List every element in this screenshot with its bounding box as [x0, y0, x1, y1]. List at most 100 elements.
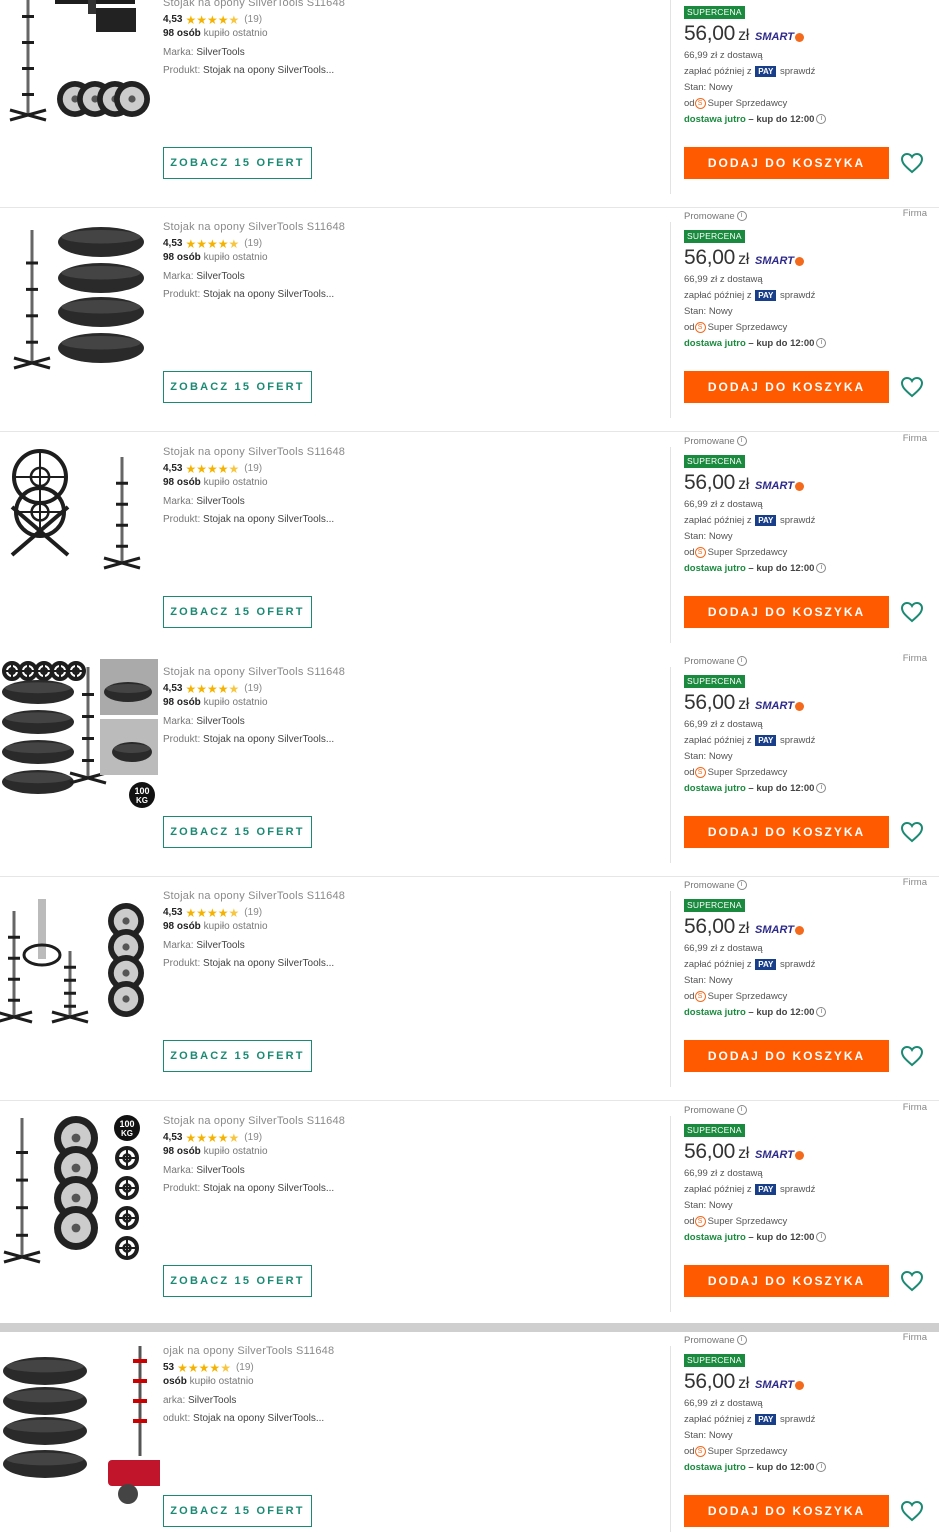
rating-row: 53 ★ ★ ★ ★ ★ (19) [163, 1361, 643, 1374]
offer-title[interactable]: Stojak na opony SilverTools S11648 [163, 220, 643, 234]
rating-stars: ★ ★ ★ ★ ★ [185, 14, 239, 26]
add-to-cart-button[interactable]: DODAJ DO KOSZYKA [684, 1265, 889, 1297]
offer-title[interactable]: Stojak na opony SilverTools S11648 [163, 0, 643, 10]
pay-check-link[interactable]: sprawdź [780, 1414, 815, 1425]
bought-count: 98 osób [163, 921, 201, 932]
seller-prefix: od [684, 1216, 695, 1227]
star-icon: ★ [185, 12, 197, 27]
star-icon: ★ [185, 681, 197, 696]
product-image-tire-stand-with-tires[interactable] [0, 212, 160, 382]
heart-icon[interactable] [900, 376, 924, 398]
promoted-label: Promowane i [684, 210, 934, 224]
pay-later-text: zapłać później z [684, 515, 752, 526]
heart-icon[interactable] [900, 1500, 924, 1522]
offer-title[interactable]: Stojak na opony SilverTools S11648 [163, 665, 643, 679]
super-seller-icon: S [694, 321, 706, 333]
product-image-tire-stand-rings[interactable] [0, 437, 160, 607]
pay-check-link[interactable]: sprawdź [780, 1184, 815, 1195]
heart-icon[interactable] [900, 821, 924, 843]
star-icon: ★ [207, 461, 218, 476]
condition: Stan: Nowy [684, 975, 733, 986]
product-label: Produkt: [163, 289, 201, 300]
heart-icon[interactable] [900, 601, 924, 623]
delivery-time: dostawa jutro [684, 1007, 746, 1018]
pay-check-link[interactable]: sprawdź [780, 515, 815, 526]
price: 56,00 zł [684, 691, 749, 715]
product-image-tire-stand-with-wheels[interactable] [0, 0, 160, 144]
see-offers-button[interactable]: ZOBACZ 15 OFERT [163, 147, 312, 179]
offer-title[interactable]: Stojak na opony SilverTools S11648 [163, 889, 643, 903]
super-seller-label: Super Sprzedawcy [707, 547, 788, 558]
delivery-time-row: dostawa jutro – kup do 12:00 i [684, 561, 934, 577]
info-icon[interactable]: i [816, 114, 827, 125]
smart-label: SMART [755, 31, 794, 43]
brand-row: arka: SilverTools [163, 1394, 643, 1407]
offer-title[interactable]: ojak na opony SilverTools S11648 [163, 1344, 643, 1358]
info-icon[interactable]: i [816, 1462, 827, 1473]
add-to-cart-button[interactable]: DODAJ DO KOSZYKA [684, 1495, 889, 1527]
offer-card: Stojak na opony SilverTools S11648 4,53 … [0, 0, 939, 208]
info-icon[interactable]: i [816, 1232, 827, 1243]
info-icon[interactable]: i [736, 211, 747, 222]
see-offers-button[interactable]: ZOBACZ 15 OFERT [163, 371, 312, 403]
price-column: Promowanei Firma SUPERCENA 56,00zł SMART… [684, 877, 934, 1021]
add-to-cart-button[interactable]: DODAJ DO KOSZYKA [684, 147, 889, 179]
heart-icon[interactable] [900, 1045, 924, 1067]
pay-check-link[interactable]: sprawdź [780, 735, 815, 746]
product-label: odukt: [163, 1413, 191, 1424]
seller-prefix: od [684, 991, 695, 1002]
bought-count: 98 osób [163, 28, 201, 39]
pay-check-link[interactable]: sprawdź [780, 959, 815, 970]
price: 56,00 zł [684, 1140, 749, 1164]
pay-check-link[interactable]: sprawdź [780, 66, 815, 77]
see-offers-button[interactable]: ZOBACZ 15 OFERT [163, 816, 312, 848]
offer-title[interactable]: Stojak na opony SilverTools S11648 [163, 445, 643, 459]
delivery-time-row: dostawa jutro – kup do 12:00 i [684, 781, 934, 797]
heart-icon[interactable] [900, 152, 924, 174]
see-offers-button[interactable]: ZOBACZ 15 OFERT [163, 1495, 312, 1527]
info-icon[interactable]: i [736, 1335, 747, 1346]
info-icon[interactable]: i [736, 436, 747, 447]
rating-stars: ★ ★ ★ ★ ★ [185, 463, 239, 475]
info-icon[interactable]: i [816, 783, 827, 794]
star-icon: ★ [185, 461, 197, 476]
see-offers-button[interactable]: ZOBACZ 15 OFERT [163, 596, 312, 628]
bought-recently: 98 osób kupiło ostatnio [163, 1145, 643, 1158]
product-image-tire-stand-100kg-rings[interactable]: 100 KG [0, 1106, 160, 1276]
info-icon[interactable]: i [736, 880, 747, 891]
info-icon[interactable]: i [816, 1007, 827, 1018]
pay-later-row: zapłać później z PAY sprawdź [684, 288, 934, 304]
offer-title[interactable]: Stojak na opony SilverTools S11648 [163, 1114, 643, 1128]
product-label: Produkt: [163, 65, 201, 76]
info-icon[interactable]: i [816, 338, 827, 349]
see-offers-button[interactable]: ZOBACZ 15 OFERT [163, 1040, 312, 1072]
bought-text: kupiło ostatnio [203, 921, 268, 932]
price-currency: zł [738, 920, 750, 937]
smart-label: SMART [755, 255, 794, 267]
add-to-cart-button[interactable]: DODAJ DO KOSZYKA [684, 1040, 889, 1072]
star-half-icon: ★ [228, 681, 240, 696]
add-to-cart-button[interactable]: DODAJ DO KOSZYKA [684, 596, 889, 628]
pay-check-link[interactable]: sprawdź [780, 290, 815, 301]
info-icon[interactable]: i [736, 1105, 747, 1116]
info-icon[interactable]: i [736, 656, 747, 667]
svg-text:100: 100 [134, 786, 149, 796]
heart-icon[interactable] [900, 1270, 924, 1292]
see-offers-button[interactable]: ZOBACZ 15 OFERT [163, 1265, 312, 1297]
price-row: 56,00 zł SMART [684, 246, 934, 272]
offer-card: Stojak na opony SilverTools S11648 4,53 … [0, 433, 939, 657]
rating-row: 4,53 ★ ★ ★ ★ ★ (19) [163, 237, 643, 250]
brand-row: Marka: SilverTools [163, 939, 643, 952]
info-icon[interactable]: i [816, 563, 827, 574]
add-to-cart-button[interactable]: DODAJ DO KOSZYKA [684, 816, 889, 848]
pay-logo: PAY [755, 1414, 777, 1425]
product-image-tire-stand-variants[interactable] [0, 881, 160, 1051]
super-seller-label: Super Sprzedawcy [707, 322, 788, 333]
add-to-cart-button[interactable]: DODAJ DO KOSZYKA [684, 371, 889, 403]
rating-count: (19) [244, 14, 263, 25]
price: 56,00 zł [684, 22, 749, 46]
product-value: Stojak na opony SilverTools... [203, 289, 335, 300]
delivery-time: dostawa jutro [684, 114, 746, 125]
product-image-tire-stand-collage-100kg[interactable]: 100 KG [0, 657, 160, 827]
product-image-tire-stand-red-with-creeper[interactable] [0, 1336, 160, 1506]
